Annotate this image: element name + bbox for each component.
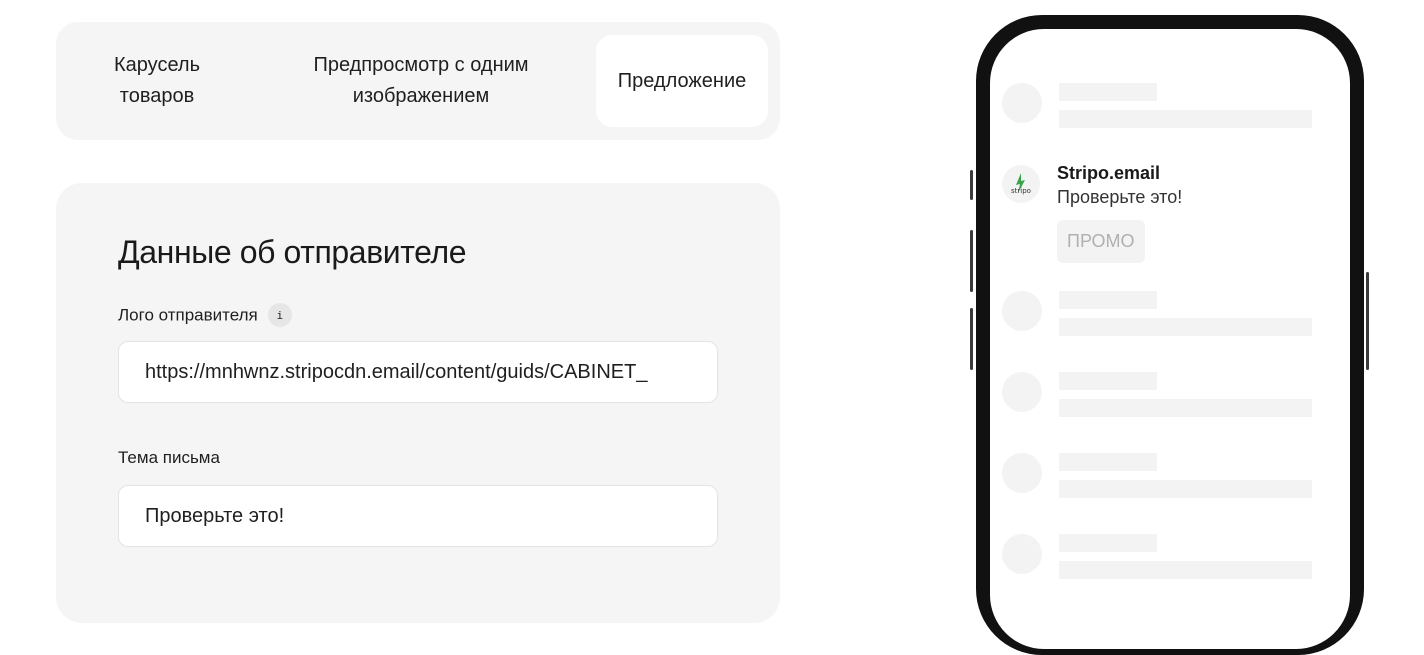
section-title: Данные об отправителе (118, 234, 467, 270)
phone-power-button (1366, 272, 1369, 370)
phone-mockup: stripo Stripo.email Проверьте это! ПРОМО (976, 15, 1364, 655)
phone-screen: stripo Stripo.email Проверьте это! ПРОМО (990, 29, 1350, 649)
logo-label-text: Лого отправителя (118, 305, 258, 325)
placeholder-line (1059, 561, 1312, 579)
placeholder-avatar (1002, 372, 1042, 412)
logo-url-input[interactable] (118, 341, 718, 403)
inbox-preview-message: stripo Stripo.email Проверьте это! ПРОМО (1002, 163, 1322, 275)
subject-field-label: Тема письма (118, 448, 220, 467)
preview-subject: Проверьте это! (1057, 187, 1183, 207)
subject-input[interactable] (118, 485, 718, 547)
phone-volume-up-button (970, 230, 973, 292)
info-icon[interactable]: i (267, 303, 292, 327)
phone-mute-switch (970, 170, 973, 200)
tab-single-image-preview[interactable]: Предпросмотр с одним изображением (272, 35, 570, 127)
promo-badge: ПРОМО (1057, 220, 1145, 263)
placeholder-message-row (1002, 372, 1322, 432)
sender-details-card: Данные об отправителе Лого отправителя i … (56, 183, 780, 623)
placeholder-line (1059, 318, 1312, 336)
tab-offer[interactable]: Предложение (596, 35, 768, 127)
placeholder-message-row (1002, 291, 1322, 351)
svg-text:stripo: stripo (1011, 187, 1031, 195)
placeholder-line (1059, 110, 1312, 128)
placeholder-avatar (1002, 83, 1042, 123)
phone-volume-down-button (970, 308, 973, 370)
placeholder-avatar (1002, 534, 1042, 574)
placeholder-line (1059, 453, 1157, 471)
placeholder-line (1059, 83, 1157, 101)
placeholder-message-row (1002, 534, 1322, 594)
placeholder-line (1059, 399, 1312, 417)
placeholder-line (1059, 534, 1157, 552)
preview-type-tabs: Карусель товаров Предпросмотр с одним из… (56, 22, 780, 140)
placeholder-message-row (1002, 453, 1322, 513)
placeholder-line (1059, 372, 1157, 390)
preview-sender-name: Stripo.email (1057, 163, 1161, 183)
placeholder-avatar (1002, 453, 1042, 493)
tab-product-carousel[interactable]: Карусель товаров (76, 35, 238, 127)
placeholder-line (1059, 480, 1312, 498)
sender-logo-icon: stripo (1002, 165, 1040, 203)
placeholder-avatar (1002, 291, 1042, 331)
logo-field-label: Лого отправителя i (118, 303, 292, 328)
placeholder-message-row (1002, 83, 1322, 143)
placeholder-line (1059, 291, 1157, 309)
